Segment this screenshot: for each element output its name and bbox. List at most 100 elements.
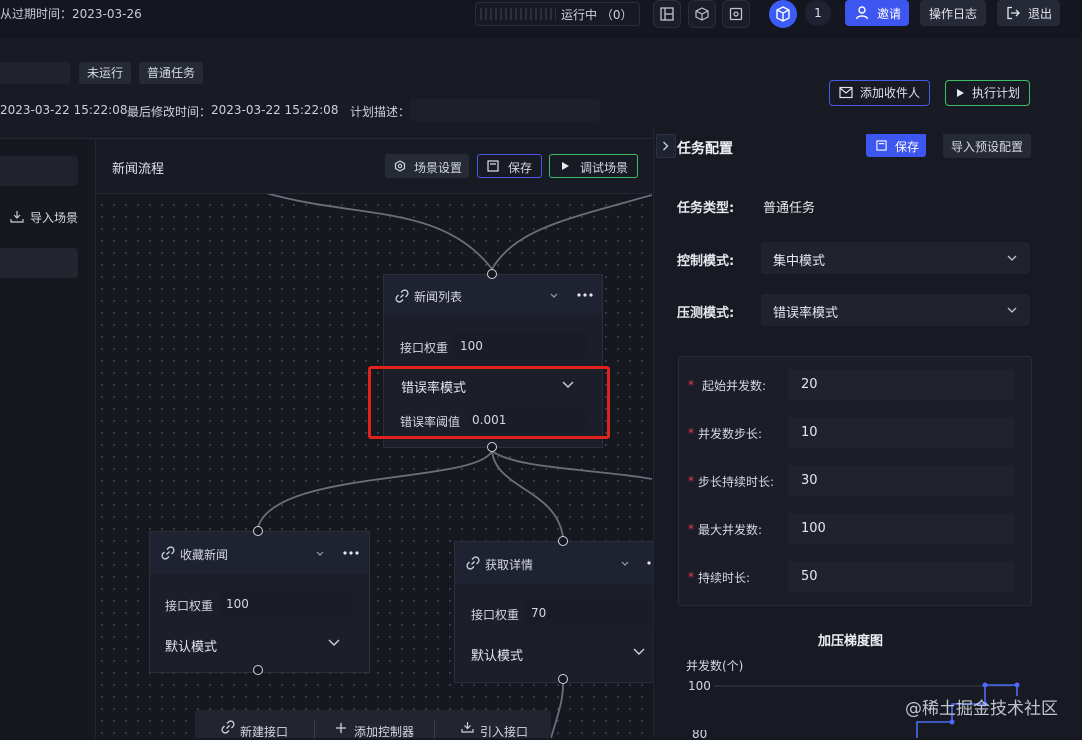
required-mark: *	[688, 570, 694, 584]
run-status-indicator[interactable]: 运行中 （0）	[475, 2, 640, 26]
cube-logo-icon	[776, 6, 790, 22]
weight-input[interactable]: 100	[220, 592, 352, 616]
mode-select-value[interactable]: 默认模式	[165, 636, 217, 655]
chevron-down-icon[interactable]	[621, 561, 629, 567]
box-icon	[695, 7, 709, 21]
connector-dot[interactable]	[253, 665, 263, 675]
download-icon	[461, 722, 474, 733]
more-icon[interactable]	[343, 551, 359, 555]
scene-search-input[interactable]	[0, 156, 78, 186]
invite-button[interactable]: 邀请	[845, 0, 909, 26]
run-progress-stripes	[480, 8, 556, 20]
modified-time: 2023-03-22 15:22:08	[211, 103, 339, 117]
more-icon[interactable]	[647, 561, 651, 565]
add-controller-label: 添加控制器	[354, 725, 415, 739]
plan-description-field[interactable]	[410, 99, 600, 121]
operation-log-button[interactable]: 操作日志	[920, 0, 986, 26]
required-mark: *	[688, 378, 694, 392]
debug-scene-button[interactable]: 调试场景	[549, 154, 638, 178]
required-mark: *	[688, 474, 694, 488]
chevron-down-icon[interactable]	[328, 639, 340, 647]
chart-title: 加压梯度图	[818, 634, 884, 649]
connector-dot[interactable]	[558, 674, 568, 684]
canvas-save-label: 保存	[508, 161, 533, 175]
mode-select-value[interactable]: 默认模式	[471, 645, 523, 664]
task-type-tag: 普通任务	[139, 62, 204, 84]
max-concurrency-label: 最大并发数:	[698, 523, 763, 537]
control-mode-value: 集中模式	[773, 254, 826, 269]
step-duration-value: 30	[801, 473, 818, 488]
notification-count[interactable]: 1	[805, 0, 831, 26]
run-plan-label: 执行计划	[972, 86, 1021, 100]
pressure-mode-select[interactable]: 错误率模式	[761, 294, 1030, 326]
scene-sidebar: 导入场景	[0, 139, 96, 738]
pressure-mode-value: 错误率模式	[773, 306, 839, 321]
max-concurrency-input[interactable]: 100	[788, 513, 1014, 544]
chevron-right-icon	[663, 141, 669, 151]
collapse-panel-button[interactable]	[656, 134, 676, 158]
step-duration-input[interactable]: 30	[788, 465, 1014, 496]
canvas-bottom-toolbar: 新建接口 添加控制器 引入接口	[195, 710, 551, 739]
logout-button[interactable]: 退出	[997, 0, 1060, 26]
weight-input[interactable]: 100	[454, 333, 586, 359]
connector-dot[interactable]	[487, 442, 497, 452]
node-header: 新闻列表	[384, 275, 602, 315]
node-title: 收藏新闻	[180, 548, 229, 562]
report-icon-button[interactable]	[722, 0, 750, 28]
logout-icon	[1007, 6, 1020, 20]
add-recipient-button[interactable]: 添加收件人	[829, 80, 930, 106]
scene-settings-label: 场景设置	[414, 161, 463, 175]
concurrency-step-label: 并发数步长:	[698, 427, 763, 441]
duration-input[interactable]: 50	[788, 561, 1014, 592]
step-point	[982, 682, 988, 688]
chevron-down-icon[interactable]	[316, 551, 324, 557]
control-mode-select[interactable]: 集中模式	[761, 242, 1030, 274]
connector-dot[interactable]	[487, 269, 497, 279]
node-favorite-news[interactable]: 收藏新闻 接口权重 100 默认模式	[149, 531, 370, 673]
box-icon-button[interactable]	[688, 0, 716, 28]
layout-icon-button[interactable]	[653, 0, 681, 28]
weight-label: 接口权重	[400, 341, 449, 355]
node-header: 收藏新闻	[150, 532, 369, 574]
invite-label: 邀请	[877, 7, 902, 21]
config-save-button[interactable]: 保存	[866, 134, 926, 157]
connector-dot[interactable]	[253, 526, 263, 536]
report-icon	[729, 7, 743, 21]
mail-icon	[839, 86, 853, 99]
weight-label: 接口权重	[165, 599, 214, 613]
import-api-label: 引入接口	[480, 725, 529, 739]
operation-log-label: 操作日志	[929, 7, 978, 21]
more-icon[interactable]	[577, 293, 593, 297]
control-mode-label: 控制模式:	[677, 254, 735, 269]
required-mark: *	[688, 522, 694, 536]
chevron-down-icon[interactable]	[550, 293, 558, 299]
canvas-header: 新闻流程 场景设置 保存 调试场景	[96, 139, 652, 194]
start-concurrency-input[interactable]: 20	[788, 369, 1014, 400]
run-plan-button[interactable]: 执行计划	[945, 80, 1030, 106]
debug-scene-label: 调试场景	[580, 161, 629, 175]
connector-dot[interactable]	[558, 536, 568, 546]
weight-value: 100	[460, 339, 483, 353]
hexagon-gear-icon	[394, 160, 406, 172]
concurrency-step-input[interactable]: 10	[788, 417, 1014, 448]
config-save-label: 保存	[895, 140, 920, 154]
divider	[314, 720, 315, 738]
import-preset-button[interactable]: 导入预设配置	[943, 134, 1031, 158]
plan-description-label: 计划描述：	[350, 105, 411, 119]
task-type-label: 任务类型:	[677, 201, 735, 216]
chevron-down-icon[interactable]	[633, 648, 645, 656]
canvas-save-button[interactable]: 保存	[477, 154, 542, 178]
download-icon	[10, 211, 24, 223]
user-icon	[855, 6, 869, 20]
logout-label: 退出	[1028, 7, 1053, 21]
scene-list-item-active[interactable]	[0, 248, 78, 278]
weight-input[interactable]: 70	[525, 601, 653, 625]
scene-settings-button[interactable]: 场景设置	[385, 154, 469, 178]
weight-value: 100	[226, 597, 249, 611]
chevron-down-icon	[1007, 307, 1017, 313]
plan-name-field	[0, 62, 70, 84]
node-get-detail[interactable]: 获取详情 接口权重 70 默认模式	[454, 541, 653, 683]
app-logo-avatar[interactable]	[769, 0, 797, 28]
max-concurrency-value: 100	[801, 521, 826, 536]
task-type-value: 普通任务	[763, 201, 816, 216]
